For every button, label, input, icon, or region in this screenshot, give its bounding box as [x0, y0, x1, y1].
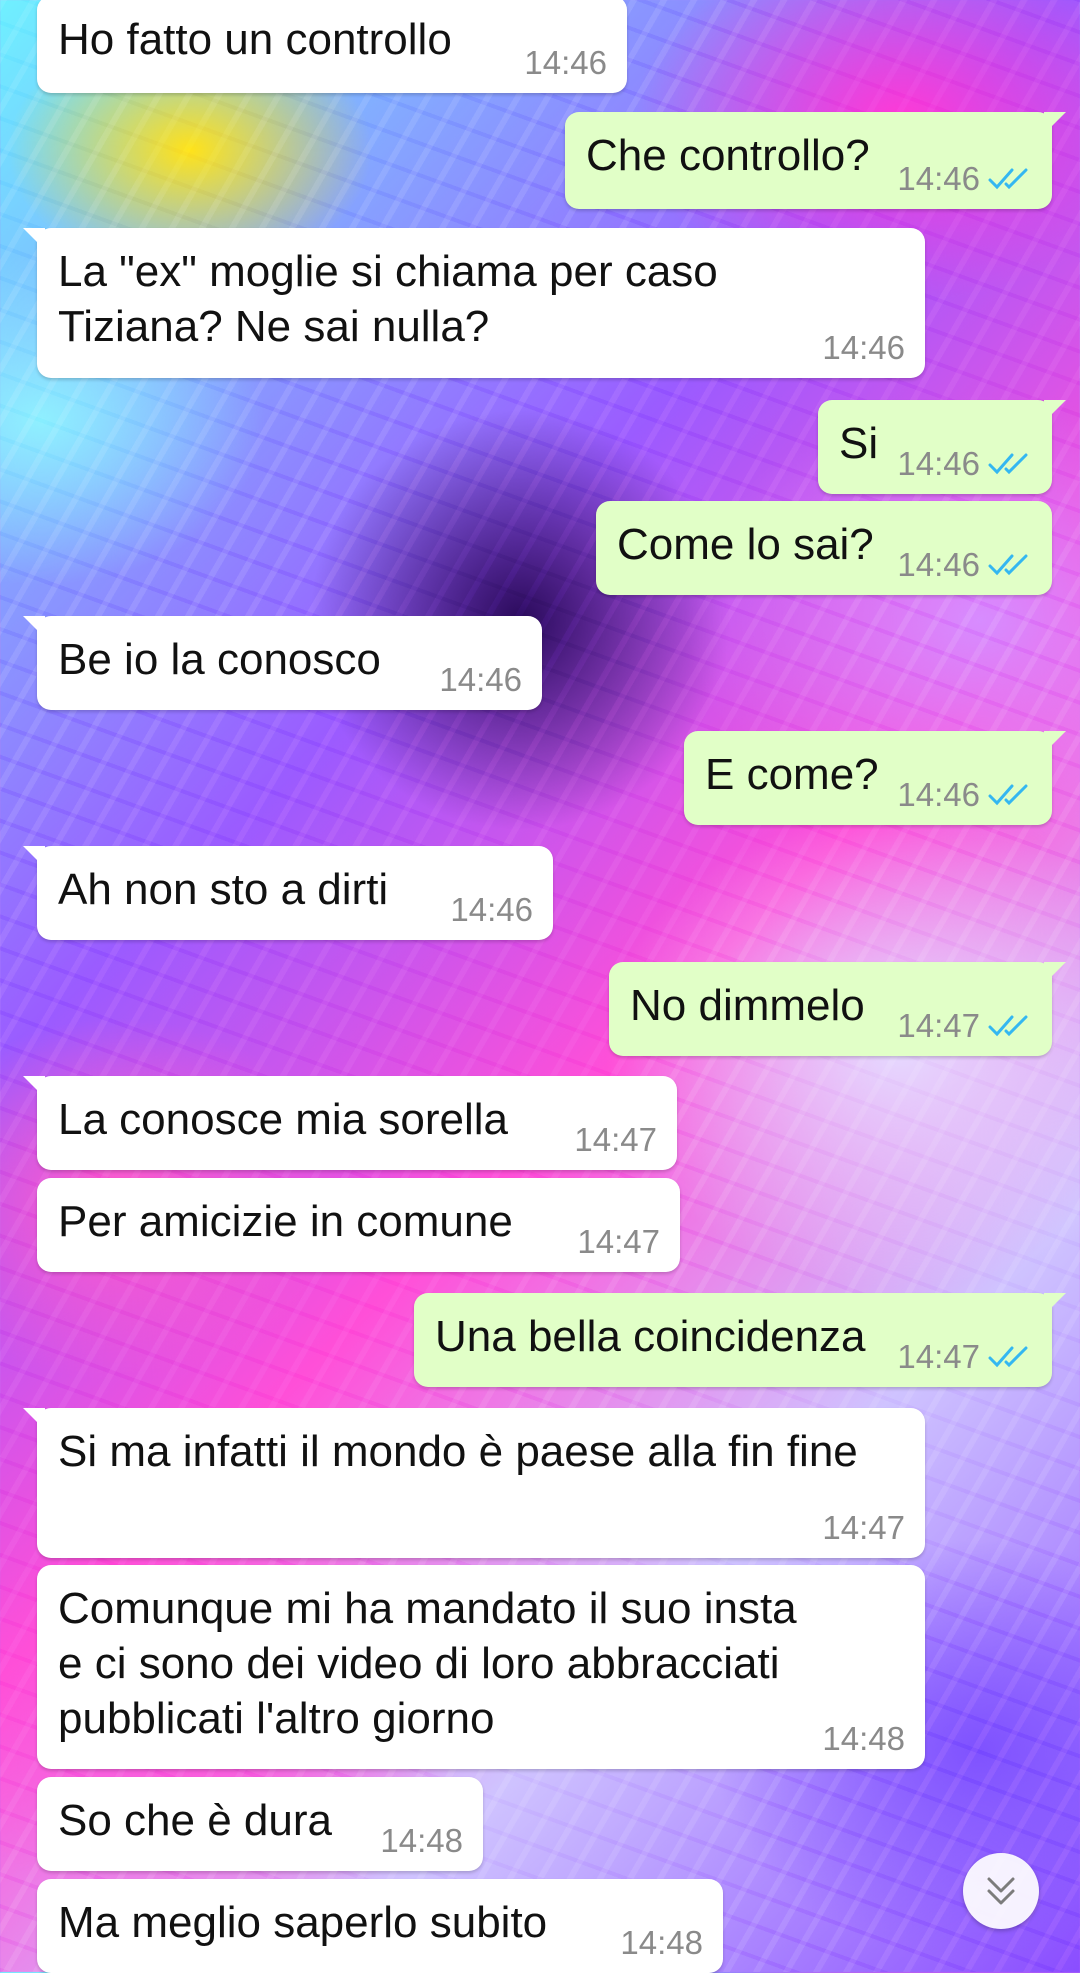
message-text: Ho fatto un controllo [58, 15, 452, 64]
message-text: Si ma infatti il mondo è paese alla fin … [58, 1427, 858, 1476]
message-time: 14:47 [822, 1509, 905, 1546]
incoming-message[interactable]: Ma meglio saperlo subito 14:48 [37, 1879, 723, 1973]
read-receipt-icon [988, 1346, 1028, 1368]
read-receipt-icon [988, 453, 1028, 475]
message-text: Per amicizie in comune [58, 1197, 513, 1246]
message-time: 14:46 [524, 44, 607, 81]
message-time: 14:47 [577, 1223, 660, 1260]
message-time: 14:48 [822, 1720, 905, 1757]
message-time: 14:48 [620, 1924, 703, 1961]
message-time: 14:47 [574, 1121, 657, 1158]
message-time: 14:47 [897, 1338, 980, 1375]
scroll-to-bottom-button[interactable] [963, 1853, 1039, 1929]
read-receipt-icon [988, 554, 1028, 576]
message-time: 14:46 [822, 329, 905, 366]
message-text: La conosce mia sorella [58, 1095, 509, 1144]
outgoing-message[interactable]: Che controllo? 14:46 [565, 112, 1066, 209]
incoming-message[interactable]: Ho fatto un controllo 14:46 [37, 0, 627, 93]
incoming-message[interactable]: Per amicizie in comune 14:47 [37, 1178, 680, 1272]
outgoing-message[interactable]: Si 14:46 [818, 400, 1066, 494]
incoming-message[interactable]: Be io la conosco 14:46 [23, 616, 542, 710]
message-text: Si [839, 419, 879, 468]
message-text: La "ex" moglie si chiama per caso Tizian… [58, 247, 718, 351]
message-time: 14:46 [897, 776, 980, 813]
message-time: 14:46 [897, 546, 980, 583]
message-text: Comunque mi ha mandato il suo insta e ci… [58, 1584, 797, 1743]
message-text: E come? [705, 750, 879, 799]
outgoing-message[interactable]: No dimmelo 14:47 [609, 962, 1066, 1056]
message-time: 14:46 [897, 445, 980, 482]
message-text: Una bella coincidenza [435, 1312, 866, 1361]
message-time: 14:46 [439, 661, 522, 698]
message-time: 14:47 [897, 1007, 980, 1044]
read-receipt-icon [988, 168, 1028, 190]
message-text: Che controllo? [586, 131, 870, 180]
message-text: No dimmelo [630, 981, 865, 1030]
message-text: So che è dura [58, 1796, 332, 1845]
incoming-message[interactable]: Ah non sto a dirti 14:46 [23, 846, 553, 940]
message-text: Be io la conosco [58, 635, 381, 684]
message-text: Ah non sto a dirti [58, 865, 389, 914]
outgoing-message[interactable]: Come lo sai? 14:46 [596, 501, 1052, 595]
read-receipt-icon [988, 784, 1028, 806]
double-chevron-down-icon [987, 1877, 1015, 1905]
message-text: Come lo sai? [617, 520, 874, 569]
incoming-message[interactable]: La conosce mia sorella 14:47 [23, 1076, 677, 1170]
message-time: 14:46 [450, 891, 533, 928]
read-receipt-icon [988, 1015, 1028, 1037]
outgoing-message[interactable]: Una bella coincidenza 14:47 [414, 1293, 1066, 1387]
message-text: Ma meglio saperlo subito [58, 1898, 548, 1947]
outgoing-message[interactable]: E come? 14:46 [684, 731, 1066, 825]
message-time: 14:48 [380, 1822, 463, 1859]
message-time: 14:46 [897, 160, 980, 197]
incoming-message[interactable]: So che è dura 14:48 [37, 1777, 483, 1871]
incoming-message[interactable]: Si ma infatti il mondo è paese alla fin … [23, 1408, 925, 1558]
incoming-message[interactable]: Comunque mi ha mandato il suo insta e ci… [37, 1565, 925, 1769]
incoming-message[interactable]: La "ex" moglie si chiama per caso Tizian… [23, 228, 925, 378]
